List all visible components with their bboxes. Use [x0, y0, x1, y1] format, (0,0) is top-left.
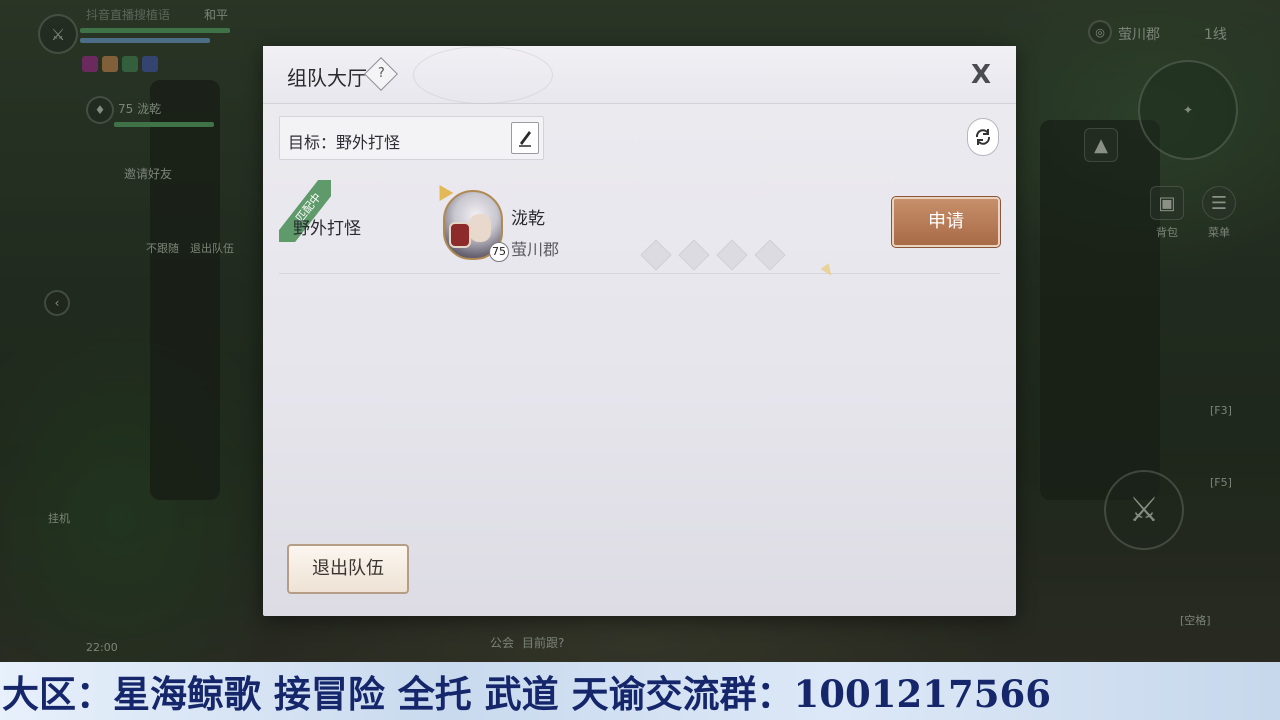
banner-text: 大区：星海鲸歌 接冒险 全托 武道 天谕交流群：1001217566	[2, 672, 1051, 716]
team-goal: 野外打怪	[293, 219, 361, 239]
empty-slot-icon	[754, 239, 786, 271]
level-badge: 75	[489, 242, 509, 262]
avatar-face	[469, 214, 491, 242]
stream-banner: 大区：星海鲸歌 接冒险 全托 武道 天谕交流群：1001217566	[0, 662, 1280, 720]
leave-team-button[interactable]: 退出队伍	[287, 544, 409, 594]
empty-slot-icon	[716, 239, 748, 271]
dialog-header: 组队大厅 ? X	[263, 46, 1016, 104]
dialog-title: 组队大厅	[287, 66, 367, 90]
refresh-icon	[975, 129, 991, 145]
target-filter[interactable]: 目标：野外打怪	[279, 116, 544, 160]
leader-server: 萤川郡	[511, 240, 560, 259]
leader-flag-icon	[432, 180, 454, 202]
team-list-item[interactable]: 匹配中 野外打怪 75 泷乾 萤川郡 申请	[279, 174, 1001, 274]
empty-slot-icon	[640, 239, 672, 271]
team-hall-dialog: 组队大厅 ? X 目标：野外打怪 匹配中 野外打怪 75 泷乾 萤川郡 申请 退…	[263, 46, 1016, 616]
header-decoration	[413, 46, 553, 104]
help-icon[interactable]: ?	[364, 57, 398, 91]
edit-target-button[interactable]	[511, 122, 539, 154]
help-icon-glyph: ?	[377, 66, 385, 82]
close-icon[interactable]: X	[968, 62, 994, 88]
apply-button[interactable]: 申请	[891, 196, 1001, 248]
leader-name: 泷乾	[511, 209, 545, 229]
empty-slot-icon	[678, 239, 710, 271]
avatar-mask-decoration	[449, 222, 471, 248]
empty-member-slots	[640, 239, 786, 271]
pen-icon	[519, 131, 531, 147]
leader-avatar[interactable]: 75	[432, 180, 509, 264]
refresh-button[interactable]	[967, 118, 999, 156]
apply-button-label: 申请	[928, 211, 964, 232]
target-label: 目标：野外打怪	[288, 133, 401, 152]
leave-team-button-label: 退出队伍	[312, 558, 384, 579]
